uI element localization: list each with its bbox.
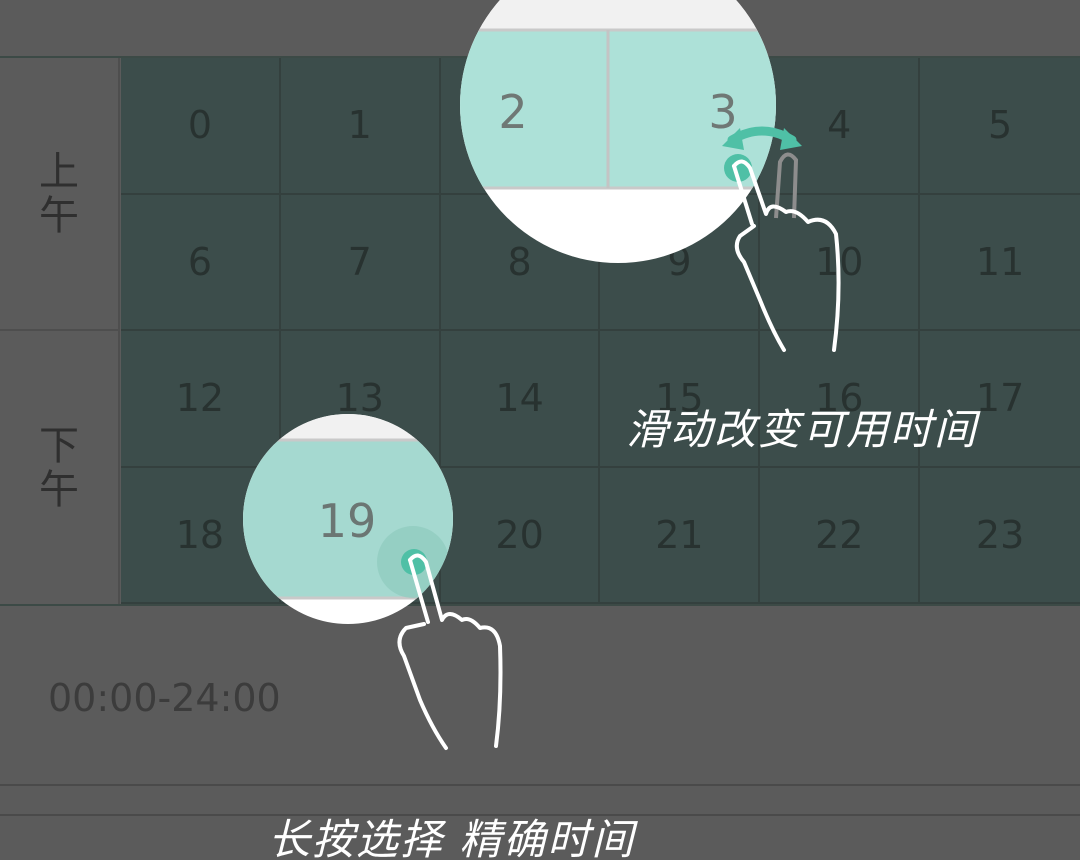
- hour-cell-18[interactable]: 18: [121, 467, 281, 604]
- time-range-text: 00:00-24:00: [48, 676, 281, 720]
- hour-cell-0[interactable]: 0: [121, 58, 281, 195]
- slide-hint: 滑动改变可用时间: [626, 405, 979, 454]
- hour-cell-22[interactable]: 22: [760, 467, 921, 604]
- hour-cell-3[interactable]: 3: [600, 58, 761, 195]
- hour-cell-8[interactable]: 8: [440, 194, 601, 331]
- header-strip: [0, 0, 1080, 58]
- period-pm-label: 下午: [0, 331, 120, 604]
- hour-cell-12[interactable]: 12: [121, 331, 281, 468]
- hour-cells: 0 1 2 3 4 5 6 7 8 9 10 11 12 13 14 15 16…: [121, 58, 1080, 604]
- hour-cell-2[interactable]: 2: [440, 58, 601, 195]
- time-range-row[interactable]: 00:00-24:00: [0, 606, 1080, 786]
- hour-cell-7[interactable]: 7: [280, 194, 441, 331]
- period-am-text: 上午: [39, 148, 79, 239]
- time-picker-screen: 上午 下午 0 1 2 3 4 5 6 7 8 9 10 11 12 13 14…: [0, 0, 1080, 860]
- long-press-hint: 长按选择 精确时间: [268, 815, 636, 860]
- hour-cell-11[interactable]: 11: [920, 195, 1080, 331]
- hour-grid: 上午 下午 0 1 2 3 4 5 6 7 8 9 10 11 12 13 14…: [0, 58, 1080, 606]
- hour-cell-4[interactable]: 4: [760, 58, 921, 195]
- period-pm-text: 下午: [39, 422, 79, 513]
- hour-cell-9[interactable]: 9: [600, 194, 761, 331]
- hour-cell-5[interactable]: 5: [920, 58, 1080, 195]
- hour-cell-10[interactable]: 10: [760, 194, 921, 331]
- hour-cell-13[interactable]: 13: [280, 331, 441, 468]
- hour-cell-23[interactable]: 23: [920, 468, 1080, 604]
- hour-cell-21[interactable]: 21: [600, 467, 761, 604]
- period-am-label: 上午: [0, 58, 120, 331]
- hour-cell-20[interactable]: 20: [440, 467, 601, 604]
- hour-cell-1[interactable]: 1: [280, 58, 441, 195]
- hour-cell-6[interactable]: 6: [121, 194, 281, 331]
- hour-cell-14[interactable]: 14: [440, 331, 601, 468]
- hour-cell-19[interactable]: 19: [280, 467, 441, 604]
